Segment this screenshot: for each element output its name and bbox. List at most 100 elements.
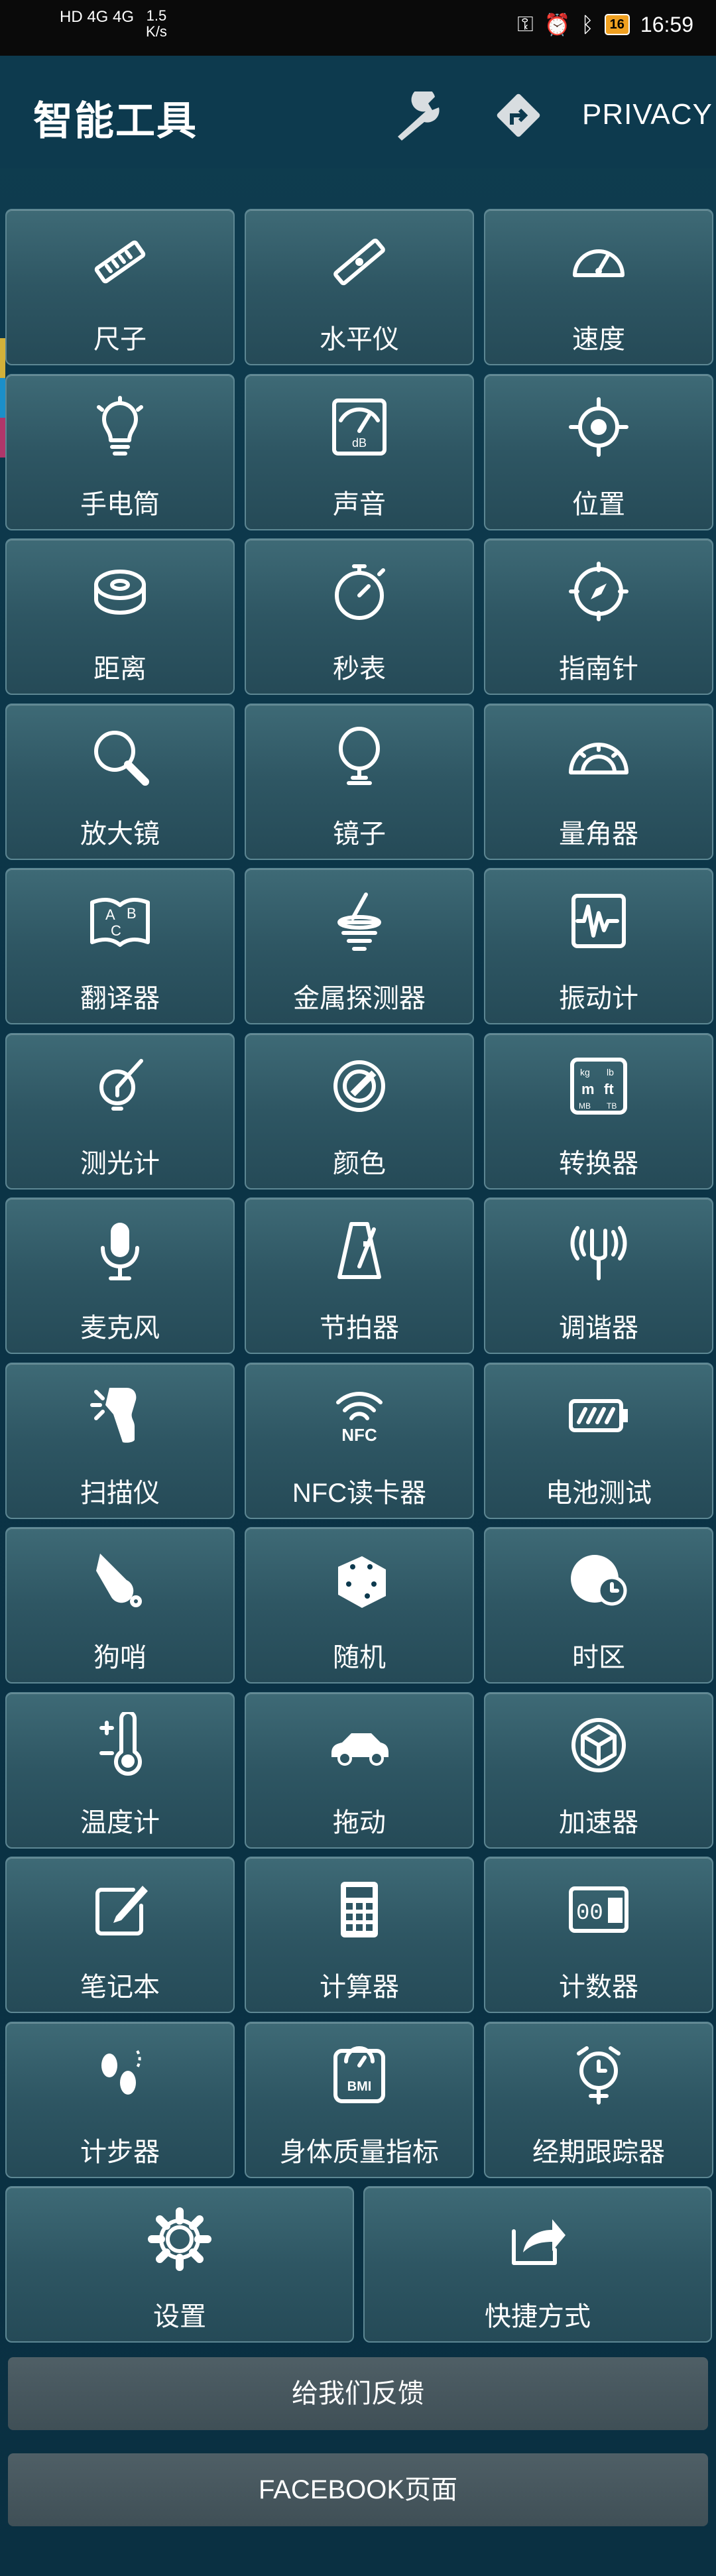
network-speed: 1.5 K/s	[146, 8, 167, 40]
tool-tile-bmi-scale[interactable]: BMI 身体质量指标	[245, 2021, 474, 2178]
tool-label: 计算器	[320, 1973, 399, 2002]
svg-text:B: B	[127, 905, 137, 922]
tool-label: 振动计	[559, 984, 638, 1013]
notepad-icon	[95, 1886, 148, 1935]
facebook-button[interactable]: FACEBOOK页面	[8, 2453, 708, 2526]
tool-label: 声音	[333, 489, 386, 519]
tool-label: 扫描仪	[80, 1478, 160, 1508]
tool-tile-metronome[interactable]: 节拍器	[245, 1197, 474, 1354]
tool-tile-db-meter[interactable]: dB 声音	[245, 373, 474, 530]
microphone-icon	[101, 1223, 139, 1280]
tool-tile-tape-measure[interactable]: 距离	[5, 538, 235, 695]
translate-book-icon: A BC	[90, 897, 150, 947]
tool-label: 节拍器	[320, 1314, 399, 1343]
directions-icon[interactable]	[492, 89, 545, 142]
tool-label: 指南针	[559, 654, 638, 684]
tool-tile-vibration[interactable]: 振动计	[484, 868, 713, 1024]
tool-label: 速度	[572, 325, 625, 354]
svg-text:00: 00	[576, 1901, 603, 1926]
tool-label: 颜色	[333, 1148, 386, 1178]
tool-tile-alarm-female[interactable]: 经期跟踪器	[484, 2021, 713, 2178]
tool-tile-counter[interactable]: 00 计数器	[484, 1857, 713, 2013]
tool-tile-battery[interactable]: 电池测试	[484, 1362, 713, 1519]
wrench-icon[interactable]	[391, 92, 455, 145]
tool-label: 时区	[572, 1643, 625, 1672]
clock: 16:59	[640, 12, 693, 36]
tool-label: 狗哨	[93, 1643, 147, 1672]
tool-tile-mirror[interactable]: 镜子	[245, 703, 474, 860]
tool-tile-whistle[interactable]: 狗哨	[5, 1527, 235, 1684]
tool-label: 放大镜	[80, 819, 160, 849]
tool-tile-barcode-scanner[interactable]: 扫描仪	[5, 1362, 235, 1519]
tool-tile-globe-clock[interactable]: 时区	[484, 1527, 713, 1684]
target-icon	[569, 397, 628, 457]
tool-tile-bulb[interactable]: 手电筒	[5, 373, 235, 530]
tool-tile-calculator[interactable]: 计算器	[245, 1857, 474, 2013]
settings-tile[interactable]: 设置	[5, 2186, 354, 2343]
status-bar: HD 4G 4G 1.5 K/s ⚿ ⏰ ᛒ 16 16:59	[0, 0, 716, 56]
tool-label: 经期跟踪器	[532, 2137, 665, 2167]
tool-label: 水平仪	[320, 325, 399, 354]
tool-tile-ruler[interactable]: 尺子	[5, 209, 235, 365]
metronome-icon	[337, 1222, 381, 1279]
shortcut-tile[interactable]: 快捷方式	[363, 2186, 712, 2343]
tool-label: 随机	[333, 1643, 386, 1672]
bulb-icon	[97, 395, 143, 456]
feedback-button[interactable]: 给我们反馈	[8, 2357, 708, 2430]
alarm-icon: ⏰	[544, 13, 571, 36]
db-meter-icon: dB	[332, 398, 387, 456]
tool-tile-accelerometer[interactable]: 加速器	[484, 1691, 713, 1849]
svg-text:NFC: NFC	[341, 1425, 377, 1445]
speedometer-icon	[573, 249, 625, 277]
signal-indicators: HD 4G 4G	[60, 8, 135, 26]
tool-label: 拖动	[333, 1808, 386, 1837]
tool-label: 秒表	[333, 654, 386, 684]
tool-tile-magnifier[interactable]: 放大镜	[5, 703, 235, 860]
tool-tile-color-picker[interactable]: 颜色	[245, 1032, 474, 1190]
tool-label: 计数器	[559, 1973, 638, 2002]
svg-text:A: A	[105, 906, 115, 923]
tool-tile-speedometer[interactable]: 速度	[484, 209, 713, 365]
tile-label: 快捷方式	[485, 2302, 591, 2331]
tool-label: 身体质量指标	[280, 2137, 439, 2167]
tool-tile-level[interactable]: 水平仪	[245, 209, 474, 365]
ruler-icon	[94, 240, 146, 284]
gear-icon	[148, 2207, 211, 2271]
tool-tile-tuning-fork[interactable]: 调谐器	[484, 1197, 713, 1354]
tool-tile-translate-book[interactable]: ABC 翻译器	[5, 868, 235, 1024]
tool-tile-thermometer[interactable]: 温度计	[5, 1691, 235, 1849]
svg-text:m: m	[581, 1081, 595, 1097]
tool-tile-microphone[interactable]: 麦克风	[5, 1197, 235, 1354]
nfc-icon: NFC	[336, 1391, 383, 1445]
tool-tile-nfc[interactable]: NFC NFC读卡器	[245, 1362, 474, 1519]
vibration-icon	[571, 894, 626, 948]
tile-label: 设置	[153, 2302, 206, 2331]
status-left: HD 4G 4G 1.5 K/s	[60, 8, 167, 40]
whistle-icon	[96, 1554, 142, 1607]
bluetooth-icon: ᛒ	[581, 12, 594, 36]
privacy-link[interactable]: PRIVACY	[582, 98, 713, 131]
tool-tile-compass[interactable]: 指南针	[484, 538, 713, 695]
stopwatch-icon	[335, 564, 385, 620]
tool-tile-light-meter[interactable]: 测光计	[5, 1032, 235, 1190]
color-picker-icon	[333, 1060, 385, 1112]
tool-label: 温度计	[80, 1808, 160, 1837]
tool-tile-footsteps[interactable]: 计步器	[5, 2021, 235, 2178]
tool-tile-dice[interactable]: 随机	[245, 1527, 474, 1684]
tool-tile-stopwatch[interactable]: 秒表	[245, 538, 474, 695]
tool-tile-metal-detector[interactable]: 金属探测器	[245, 868, 474, 1024]
compass-icon	[569, 562, 628, 621]
tool-tile-converter[interactable]: kg lb m ft MB TB 转换器	[484, 1032, 713, 1190]
tool-tile-protractor[interactable]: 量角器	[484, 703, 713, 860]
status-right: ⚿ ⏰ ᛒ 16 16:59	[517, 12, 693, 37]
accelerometer-icon	[571, 1717, 626, 1772]
tool-label: 量角器	[559, 819, 638, 849]
tool-tile-notepad[interactable]: 笔记本	[5, 1857, 235, 2013]
tool-label: 镜子	[333, 819, 386, 849]
tool-tile-target[interactable]: 位置	[484, 373, 713, 530]
dice-icon	[338, 1556, 386, 1608]
tool-label: 电池测试	[546, 1478, 652, 1508]
tool-label: 尺子	[93, 325, 147, 354]
thermometer-icon	[99, 1711, 142, 1776]
tool-tile-car[interactable]: 拖动	[245, 1691, 474, 1849]
